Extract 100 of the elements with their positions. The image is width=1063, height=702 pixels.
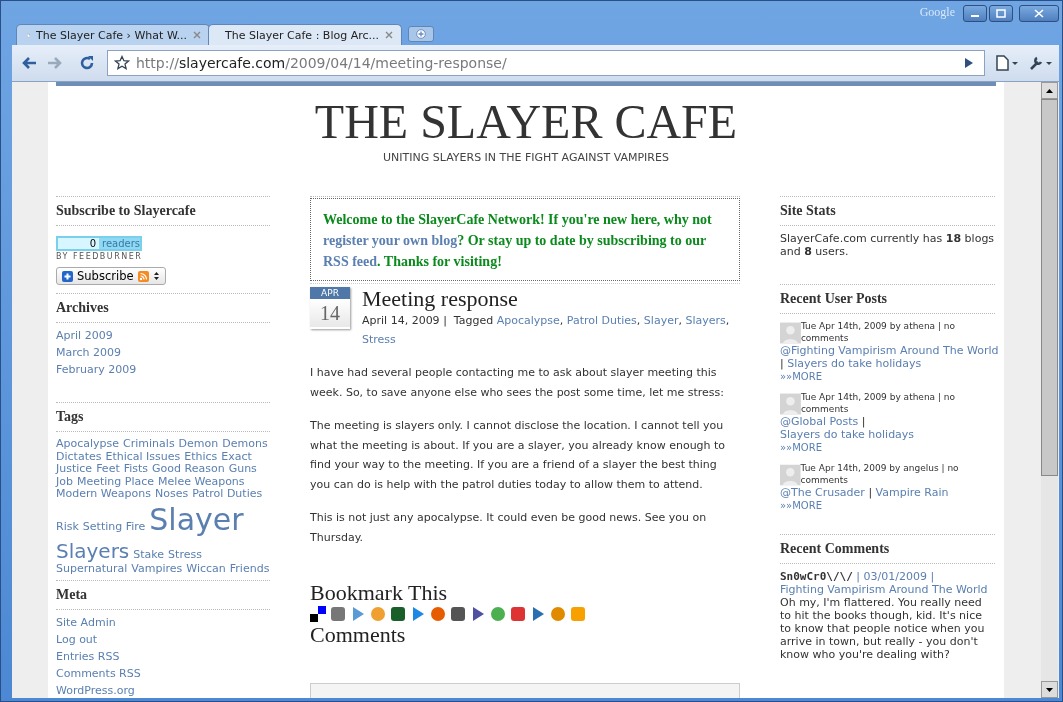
reload-icon[interactable] <box>79 55 95 71</box>
back-icon[interactable] <box>21 56 37 70</box>
tag-link[interactable]: Modern Weapons <box>56 488 151 501</box>
user-post-link[interactable]: Vampire Rain <box>875 486 949 499</box>
tag-link[interactable]: Apocalypse <box>56 438 120 451</box>
browser-tab[interactable]: The Slayer Cafe : Blog Arc... <box>208 24 402 45</box>
tag-link[interactable]: Demon <box>178 438 219 451</box>
post-title[interactable]: Meeting response <box>362 287 740 311</box>
url-text: http://slayercafe.com/2009/04/14/meeting-response/ <box>136 55 508 71</box>
tag-link[interactable]: Risk <box>56 520 79 533</box>
wrench-icon[interactable] <box>1029 55 1053 71</box>
tag-link[interactable]: Justice <box>56 463 93 476</box>
tag-link[interactable]: Supernatural <box>56 562 128 575</box>
scrollbar[interactable] <box>1041 82 1058 698</box>
post-meta-text: Tue Apr 14th, 2009 by athena | no comments <box>800 320 957 344</box>
brand-label: Google <box>919 5 955 20</box>
tag-link[interactable]: Patrol Duties <box>192 488 263 501</box>
bookmark-service-icon[interactable] <box>310 606 326 622</box>
tag-link[interactable]: Exact <box>221 450 252 463</box>
section-heading: Meta <box>56 580 270 610</box>
page-menu-icon[interactable] <box>995 55 1019 71</box>
meta-link[interactable]: Log out <box>56 633 98 646</box>
tag-link[interactable]: Wiccan <box>186 562 226 575</box>
tag-link[interactable]: Criminals <box>123 438 175 451</box>
maximize-icon <box>996 9 1006 18</box>
comma: , <box>725 314 730 327</box>
post-paragraph: The meeting is slayers only. I cannot disclose the location. I cannot tell you what the meeting is about. If you are a slayer, you already know enough to find your way to the meeting. If you are a friend of a slayer the best thing you can do is help with the patrol duties today to allow them to attend. <box>310 418 727 493</box>
tag-link[interactable]: Fists <box>123 463 149 476</box>
close-button[interactable] <box>1019 5 1059 22</box>
new-tab-button[interactable] <box>408 26 434 42</box>
star-icon[interactable] <box>114 55 130 71</box>
blog-link[interactable]: @The Crusader <box>780 486 865 499</box>
section-heading: Site Stats <box>780 196 995 226</box>
site-stats-text: SlayerCafe.com currently has 18 blogs and 8 users. <box>780 232 995 258</box>
user-post-link[interactable]: Slayers do take holidays <box>787 357 922 370</box>
post-paragraph: I have had several people contacting me to ask about slayer meeting this week. So, to save anyone else who sees the post some time, let me stress: <box>310 365 726 401</box>
welcome-link[interactable]: register your own blog <box>323 233 458 248</box>
tag-link[interactable]: Ethical Issues <box>105 450 181 463</box>
tag-link[interactable]: Good Reason <box>152 463 225 476</box>
post-tag-link[interactable]: Apocalypse <box>496 314 560 327</box>
more-link[interactable]: »»MORE <box>780 442 822 453</box>
archive-link[interactable]: March 2009 <box>56 346 122 359</box>
comment-post-link[interactable]: Fighting Vampirism Around The World <box>780 583 988 596</box>
maximize-button[interactable] <box>989 5 1013 22</box>
archive-link[interactable]: February 2009 <box>56 363 137 376</box>
blog-link[interactable]: @Global Posts <box>780 415 859 428</box>
archive-link[interactable]: April 2009 <box>56 329 113 342</box>
reader-count-badge[interactable]: 0 readers <box>56 236 142 251</box>
close-icon[interactable] <box>385 31 393 39</box>
more-link[interactable]: »»MORE <box>780 371 822 382</box>
avatar-icon <box>780 464 801 486</box>
go-icon[interactable] <box>964 57 974 69</box>
post-tag-link[interactable]: Patrol Duties <box>566 314 637 327</box>
address-bar[interactable]: http://slayercafe.com/2009/04/14/meeting-response/ <box>107 50 985 76</box>
more-link[interactable]: »»MORE <box>780 500 822 511</box>
subscribe-button[interactable]: Subscribe <box>56 267 166 285</box>
meta-link[interactable]: Site Admin <box>56 616 116 629</box>
section-heading: Recent User Posts <box>780 284 995 314</box>
tag-link[interactable]: Slayers <box>56 538 130 563</box>
recent-comment: Sn0wCr0\/\/ | 03/01/2009 | Fighting Vampirism Around The World Oh my, I'm flattered. You really need to hit the books though, kid. It's nice to know that people notice when you arrive in town, but really - you don't know who you're dealing with? <box>780 570 989 661</box>
bookmark-service-icon[interactable] <box>390 606 406 622</box>
tagged-label: Tagged <box>453 314 494 327</box>
tag-link[interactable]: Job <box>56 475 73 488</box>
tag-link[interactable]: Meeting Place <box>76 475 155 488</box>
bookmark-service-icon[interactable] <box>470 606 486 622</box>
plus-icon <box>62 270 73 282</box>
blog-link[interactable]: @Fighting Vampirism Around The World <box>780 344 999 357</box>
separator: | <box>861 415 866 428</box>
meta-link[interactable]: Entries RSS <box>56 650 120 663</box>
tag-link[interactable]: Demons <box>222 438 268 451</box>
tag-link[interactable]: Dictates <box>56 450 102 463</box>
scroll-down-icon[interactable] <box>1046 687 1053 692</box>
minimize-button[interactable] <box>963 5 987 22</box>
browser-tab[interactable]: The Slayer Cafe › What W... <box>16 24 210 45</box>
separator: | <box>443 314 447 327</box>
tag-link[interactable]: Vampires <box>131 562 183 575</box>
bookmark-service-icon[interactable] <box>450 606 466 622</box>
section-heading: Archives <box>56 293 270 323</box>
post-tag-link[interactable]: Slayer <box>643 314 679 327</box>
tag-link[interactable]: Noses <box>154 488 189 501</box>
tag-link[interactable]: Slayer <box>149 500 244 539</box>
tag-link[interactable]: Stake <box>133 548 165 561</box>
avatar-icon <box>780 393 801 415</box>
meta-link[interactable]: WordPress.org <box>56 684 135 697</box>
comments-heading: Comments <box>310 623 407 647</box>
welcome-message: Welcome to the SlayerCafe Network! If you're new here, why not register your own blog? Or stay up to date by subscribing to our RSS feed. Thanks for visiting! <box>310 198 740 281</box>
tag-link[interactable]: Setting Fire <box>82 520 146 533</box>
post-meta-text: Tue Apr 14th, 2009 by angelus | no comments <box>800 462 960 486</box>
tag-link[interactable]: Guns <box>228 463 257 476</box>
tag-link[interactable]: Stress <box>168 548 202 561</box>
tag-link[interactable]: Friends <box>229 562 270 575</box>
user-post-link[interactable]: Slayers do take holidays <box>780 428 915 441</box>
tag-link[interactable]: Feet <box>96 463 120 476</box>
tag-link[interactable]: Melee Weapons <box>158 475 245 488</box>
post-tag-link[interactable]: Slayers <box>685 314 726 327</box>
tag-link[interactable]: Ethics <box>184 450 218 463</box>
scroll-up-icon[interactable] <box>1046 88 1053 93</box>
meta-link[interactable]: Comments RSS <box>56 667 141 680</box>
post-meta-text: Tue Apr 14th, 2009 by athena | no comments <box>800 391 957 415</box>
post-tag-link[interactable]: Stress <box>362 333 396 346</box>
